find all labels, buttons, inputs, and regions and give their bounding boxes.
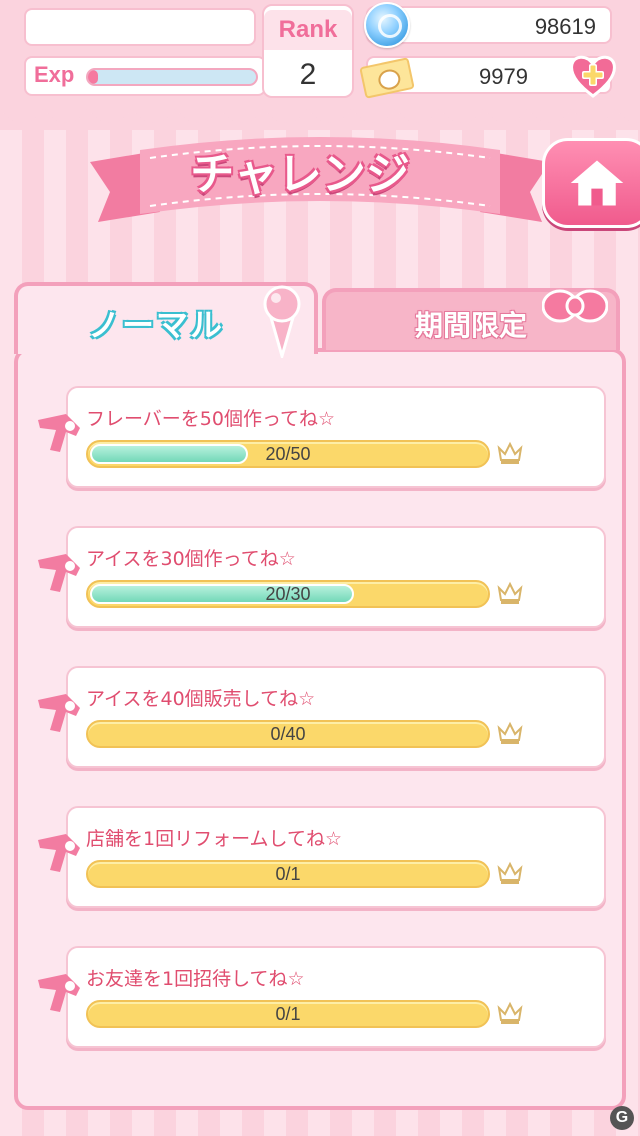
ticket-counter: 9979: [359, 55, 616, 99]
tab-normal-label: ノーマル: [88, 306, 225, 344]
challenge-progress-bar: 20/30: [86, 580, 490, 608]
crown-icon: [497, 581, 523, 604]
ticket-count: 9979: [479, 64, 528, 89]
gem-icon: [364, 2, 410, 48]
gem-counter: 98619: [364, 2, 612, 48]
exp-bar-fill: [88, 70, 99, 84]
tab-normal[interactable]: ノーマル: [14, 282, 318, 358]
challenge-row: アイスを30個作ってね☆ 20/30: [38, 526, 606, 628]
home-icon: [570, 160, 624, 206]
ribbon-tag-icon: [38, 414, 80, 452]
rank-box: Rank 2: [262, 4, 354, 98]
challenge-progress-count: 0/1: [275, 864, 301, 884]
ribbon-tag-icon: [38, 974, 80, 1012]
crown-icon: [497, 721, 523, 744]
tab-limited[interactable]: 期間限定: [322, 288, 620, 350]
ribbon-tag-icon: [38, 554, 80, 592]
challenge-title: アイスを40個販売してね☆: [86, 688, 316, 710]
exp-bar: [86, 68, 258, 86]
home-button[interactable]: [542, 138, 640, 228]
crown-icon: [497, 861, 523, 884]
challenge-title: アイスを30個作ってね☆: [86, 548, 296, 570]
icecream-icon: [263, 285, 301, 358]
challenge-row: フレーバーを50個作ってね☆ 20/50: [38, 386, 606, 488]
challenge-title: お友達を1回招待してね☆: [86, 968, 305, 990]
ribbon-tag-icon: [38, 834, 80, 872]
plus-heart-icon[interactable]: [568, 52, 618, 98]
challenge-progress-count: 0/40: [270, 724, 306, 744]
challenge-progress-count: 0/1: [275, 1004, 301, 1024]
challenge-row: 店舗を1回リフォームしてね☆ 0/1: [38, 806, 606, 908]
watermark: G: [610, 1106, 634, 1130]
page-title: チャレンジ: [190, 149, 410, 200]
exp-label: Exp: [34, 62, 75, 87]
challenge-row: アイスを40個販売してね☆ 0/40: [38, 666, 606, 768]
challenge-progress-bar: 0/40: [86, 720, 490, 748]
player-name-box: [24, 8, 256, 46]
gem-count: 98619: [534, 14, 596, 39]
challenge-progress-count: 20/30: [265, 584, 311, 604]
crown-icon: [497, 1001, 523, 1024]
crown-icon: [497, 441, 523, 464]
challenge-progress-bar: 0/1: [86, 1000, 490, 1028]
challenge-title: 店舗を1回リフォームしてね☆: [86, 828, 342, 850]
challenge-progress-bar: 0/1: [86, 860, 490, 888]
bow-icon: [542, 289, 608, 323]
challenge-progress-bar: 20/50: [86, 440, 490, 468]
rank-label: Rank: [264, 10, 352, 50]
challenge-row: お友達を1回招待してね☆ 0/1: [38, 946, 606, 1048]
challenge-progress-count: 20/50: [265, 444, 311, 464]
rank-value: 2: [299, 58, 317, 91]
exp-box: Exp: [24, 56, 266, 96]
ticket-icon: [359, 57, 415, 99]
challenge-title: フレーバーを50個作ってね☆: [86, 408, 336, 430]
ribbon-tag-icon: [38, 694, 80, 732]
